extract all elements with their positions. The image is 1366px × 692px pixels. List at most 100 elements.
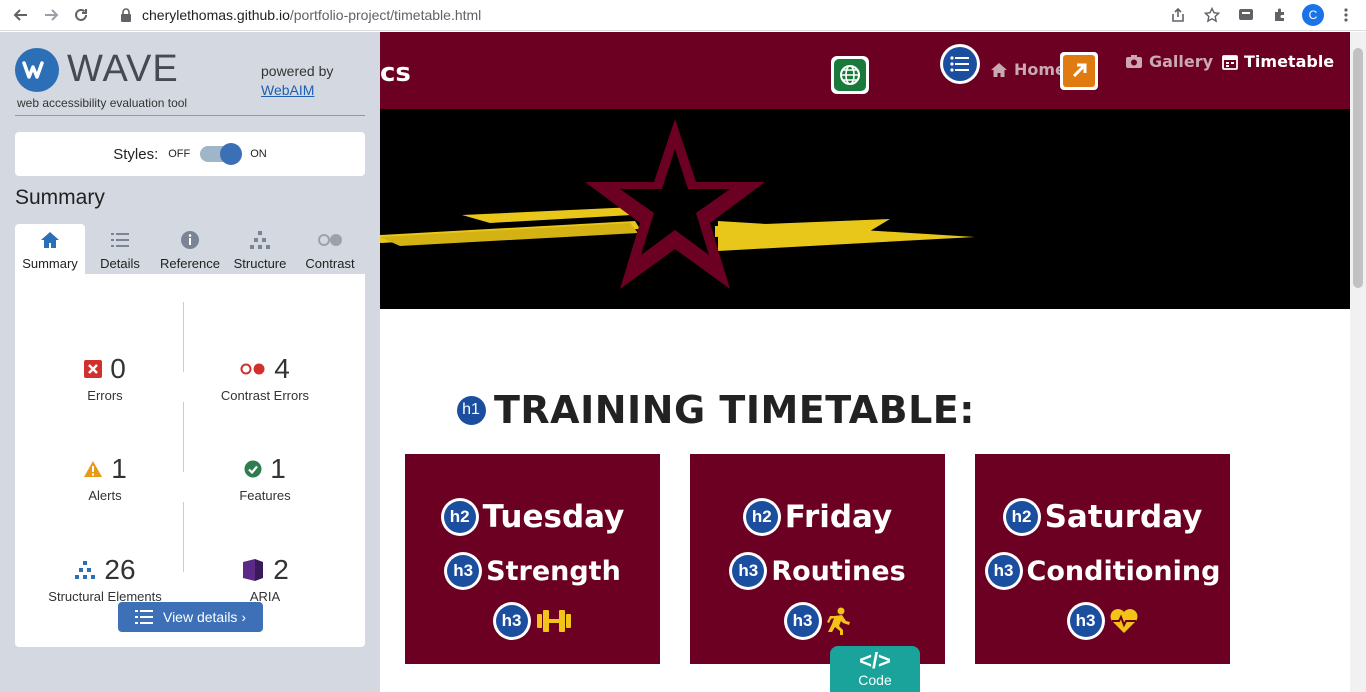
share-icon[interactable] [1166, 3, 1190, 27]
tab-summary-label: Summary [22, 256, 78, 271]
card-icon-row: h3 [405, 602, 660, 640]
card-type-row: h3 Routines [690, 552, 945, 590]
star-wings-logo [380, 119, 975, 289]
wave-h3-badge[interactable]: h3 [492, 602, 531, 640]
structure-icon [75, 561, 96, 579]
styles-label: Styles: [113, 145, 159, 163]
page-title: TRAINING TIMETABLE: [494, 388, 975, 432]
nav-gallery[interactable]: Gallery [1125, 52, 1213, 71]
wave-h3-badge[interactable]: h3 [444, 552, 483, 590]
h2-badge-label: h2 [1005, 501, 1038, 533]
wave-h2-badge[interactable]: h2 [1002, 498, 1041, 536]
toggle-off-label: OFF [168, 148, 191, 160]
forward-button[interactable] [36, 0, 66, 30]
wave-h3-badge[interactable]: h3 [729, 552, 768, 590]
timetable-card-friday: h2 Friday h3 Routines h3 [690, 454, 945, 664]
wave-h3-badge[interactable]: h3 [1066, 602, 1105, 640]
alerts-stat[interactable]: 1 Alerts [21, 452, 189, 503]
wave-alert-link-icon[interactable] [1060, 52, 1098, 90]
wave-code-tab[interactable]: </> Code [830, 646, 920, 692]
site-brand[interactable]: cs [380, 58, 411, 88]
list-icon [134, 610, 153, 624]
calendar-icon [1222, 54, 1238, 70]
card-type-row: h3 Conditioning [975, 552, 1230, 590]
heartbeat-icon [1110, 609, 1137, 633]
card-type: Strength [486, 555, 621, 587]
wave-h3-badge[interactable]: h3 [984, 552, 1023, 590]
h3-badge-label: h3 [495, 605, 528, 637]
webaim-link[interactable]: WebAIM [261, 82, 314, 98]
tab-contrast-label: Contrast [305, 256, 355, 271]
wave-list-structure-icon[interactable] [940, 44, 980, 84]
summary-heading: Summary [15, 186, 105, 209]
styles-toggle[interactable] [200, 143, 243, 165]
h3-badge-label: h3 [447, 555, 480, 587]
nav-gallery-label: Gallery [1149, 52, 1214, 71]
url-host: cherylethomas.github.io [142, 7, 290, 23]
tab-summary[interactable]: Summary [15, 224, 85, 274]
wave-extension-icon[interactable] [1234, 3, 1258, 27]
tab-contrast[interactable]: Contrast [295, 224, 365, 274]
contrast-errors-stat[interactable]: 4 Contrast Errors [181, 352, 349, 403]
alerts-count: 1 [111, 453, 127, 484]
card-type: Conditioning [1026, 555, 1221, 587]
tab-details[interactable]: Details [85, 224, 155, 274]
error-x-icon [84, 360, 103, 378]
summary-panel: Summary Details Reference Structure Cont… [15, 224, 365, 647]
address-bar[interactable]: cherylethomas.github.io/portfolio-projec… [112, 2, 1230, 28]
view-details-button[interactable]: View details › [118, 602, 263, 632]
dumbbell-icon [536, 610, 571, 632]
features-label: Features [239, 488, 291, 503]
h3-badge-label: h3 [786, 605, 819, 637]
structural-count: 26 [104, 554, 136, 585]
back-arrow-icon [13, 9, 27, 21]
nav-timetable-label: Timetable [1244, 52, 1335, 71]
page-heading: h1 TRAINING TIMETABLE: [454, 388, 975, 432]
alerts-label: Alerts [88, 488, 122, 503]
url-path: /portfolio-project/timetable.html [289, 7, 482, 23]
wave-language-globe-icon[interactable] [831, 56, 869, 94]
browser-toolbar: cherylethomas.github.io/portfolio-projec… [0, 0, 1366, 31]
extensions-puzzle-icon[interactable] [1268, 3, 1292, 27]
profile-avatar[interactable]: C [1302, 4, 1324, 26]
toggle-knob[interactable] [220, 143, 243, 165]
back-button[interactable] [6, 0, 36, 30]
wave-h3-badge[interactable]: h3 [783, 602, 822, 640]
nav-home[interactable]: Home [990, 60, 1066, 79]
page-scrollbar[interactable] [1350, 32, 1366, 692]
contrast-error-icon [240, 363, 265, 375]
card-day-row: h2 Saturday [975, 498, 1230, 536]
errors-stat[interactable]: 0 Errors [21, 352, 189, 403]
code-label: Code [858, 672, 892, 688]
wave-h1-badge[interactable]: h1 [454, 393, 488, 427]
aria-stat[interactable]: 2 ARIA [181, 553, 349, 604]
toggle-on-label: ON [250, 148, 267, 160]
powered-by-label: powered by [261, 63, 334, 79]
scrollbar-thumb[interactable] [1353, 48, 1363, 288]
bookmark-star-icon[interactable] [1200, 3, 1224, 27]
tab-reference[interactable]: Reference [155, 224, 225, 274]
card-day: Saturday [1044, 499, 1203, 535]
home-icon [40, 228, 60, 252]
feature-check-icon [244, 460, 262, 478]
menu-kebab-icon[interactable] [1334, 3, 1358, 27]
card-day: Friday [784, 499, 893, 535]
contrast-errors-label: Contrast Errors [220, 388, 310, 403]
card-icon-row: h3 [975, 602, 1230, 640]
aria-cube-icon [243, 559, 264, 581]
card-icon-row: h3 [690, 602, 945, 640]
nav-timetable[interactable]: Timetable [1222, 52, 1334, 71]
errors-label: Errors [87, 388, 123, 403]
structural-stat[interactable]: 26 Structural Elements [21, 553, 189, 604]
wave-h2-badge[interactable]: h2 [742, 498, 781, 536]
features-stat[interactable]: 1 Features [181, 452, 349, 503]
styles-toggle-box: Styles: OFF ON [15, 132, 365, 176]
wave-tabs: Summary Details Reference Structure Cont… [15, 224, 365, 274]
wave-logo-icon [15, 48, 59, 92]
tab-structure[interactable]: Structure [225, 224, 295, 274]
wave-h2-badge[interactable]: h2 [440, 498, 479, 536]
running-icon [826, 607, 850, 635]
view-details-label: View details › [162, 609, 246, 625]
tab-reference-label: Reference [160, 256, 220, 271]
reload-button[interactable] [66, 0, 96, 30]
